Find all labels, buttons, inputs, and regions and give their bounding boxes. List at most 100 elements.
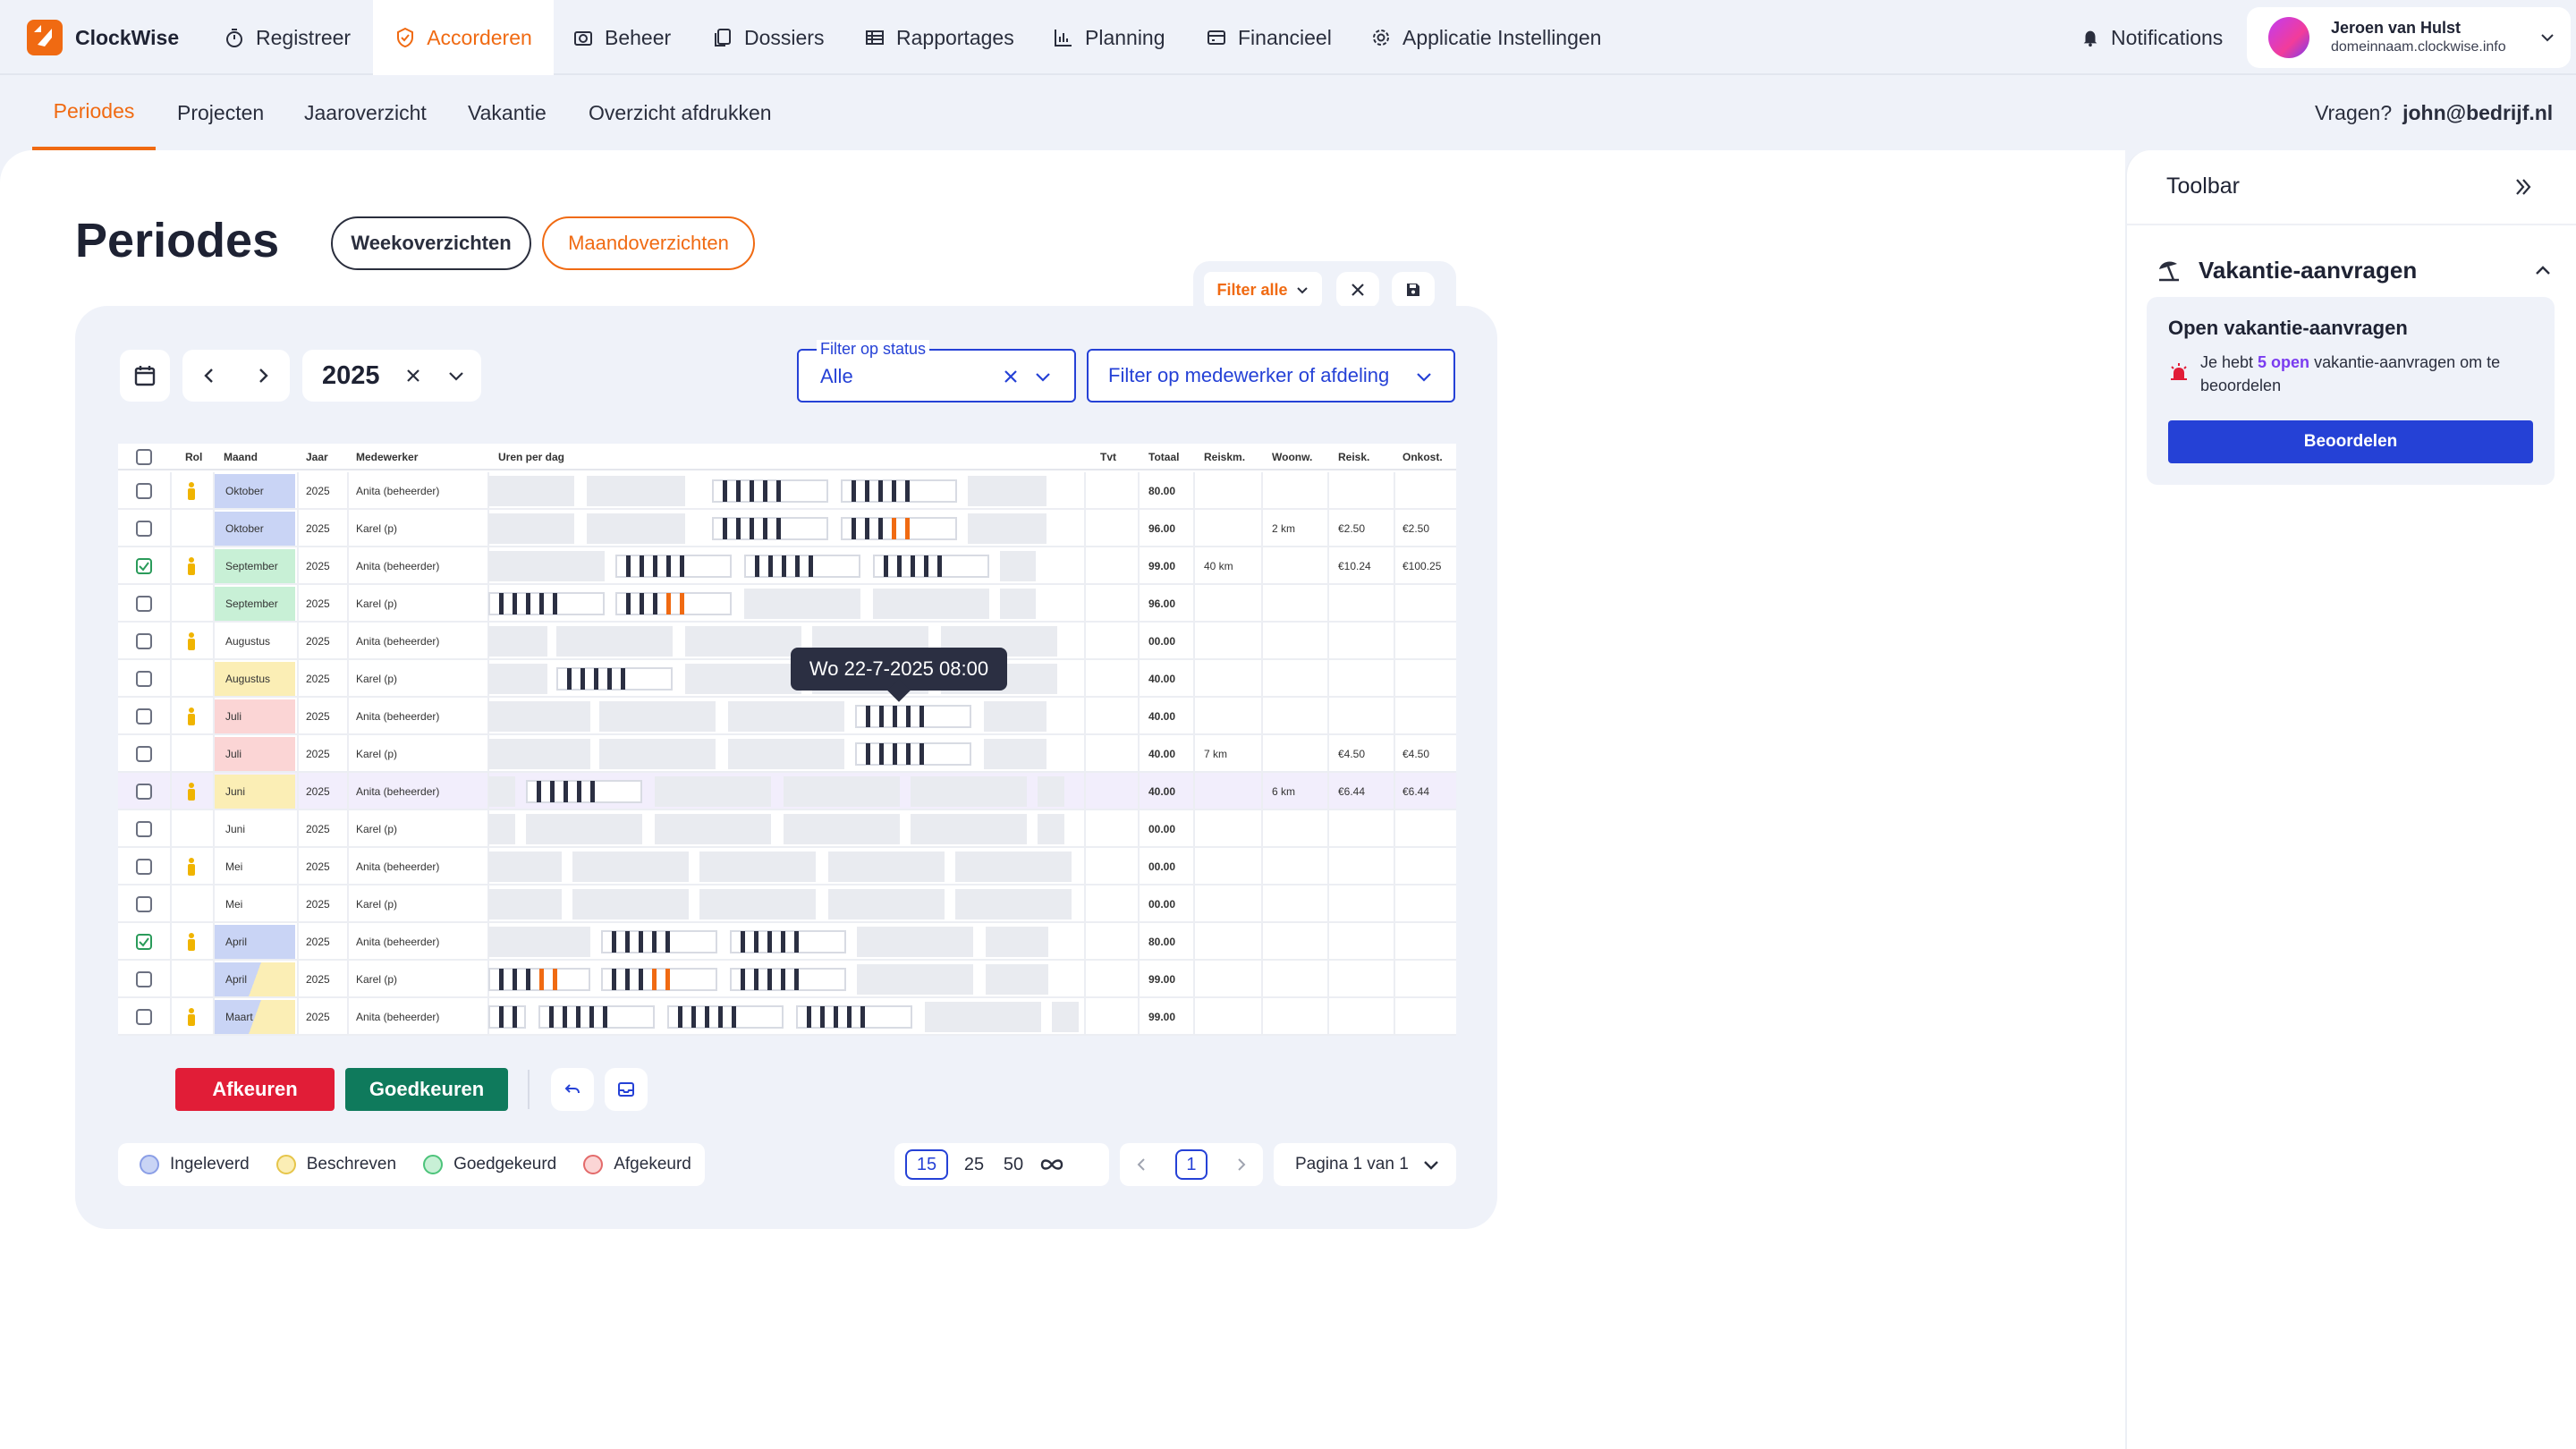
day-hours-block[interactable] xyxy=(712,479,828,503)
day-hours-block[interactable] xyxy=(601,930,717,953)
subnav-jaaroverzicht[interactable]: Jaaroverzicht xyxy=(304,75,427,150)
day-hours-block[interactable] xyxy=(855,705,971,728)
day-hours-block[interactable] xyxy=(841,479,957,503)
table-row[interactable]: Juni 2025 Anita (beheerder) 40.00 6 km €6.44 €… xyxy=(118,773,1456,810)
row-checkbox[interactable] xyxy=(136,746,152,762)
user-menu[interactable]: Jeroen van Hulst domeinnaam.clockwise.in… xyxy=(2247,7,2571,68)
help-email[interactable]: john@bedrijf.nl xyxy=(2402,101,2553,125)
nav-planning[interactable]: Planning xyxy=(1053,0,1178,75)
tab-weekoverzichten[interactable]: Weekoverzichten xyxy=(331,216,531,270)
undo-button[interactable] xyxy=(551,1068,594,1111)
nav-dossiers[interactable]: Dossiers xyxy=(712,0,837,75)
inbox-button[interactable] xyxy=(605,1068,648,1111)
table-row[interactable]: September 2025 Anita (beheerder) 99.00 40 km… xyxy=(118,547,1456,585)
reject-button[interactable]: Afkeuren xyxy=(175,1068,335,1111)
select-all-checkbox[interactable] xyxy=(136,449,152,465)
close-icon[interactable] xyxy=(405,368,421,384)
chevron-right-icon[interactable] xyxy=(254,367,272,385)
page-select[interactable]: Pagina 1 van 1 xyxy=(1274,1143,1456,1186)
infinity-icon[interactable] xyxy=(1039,1157,1064,1172)
beoordelen-button[interactable]: Beoordelen xyxy=(2168,420,2533,463)
nav-rapportages[interactable]: Rapportages xyxy=(864,0,1025,75)
row-checkbox[interactable] xyxy=(136,596,152,612)
table-row[interactable]: Oktober 2025 Karel (p) 96.00 2 km €2.50 €2.50 xyxy=(118,510,1456,547)
nav-financieel[interactable]: Financieel xyxy=(1206,0,1349,75)
row-checkbox[interactable] xyxy=(136,1009,152,1025)
calendar-button[interactable] xyxy=(120,350,170,402)
day-hours-block[interactable] xyxy=(488,592,605,615)
row-checkbox[interactable] xyxy=(136,859,152,875)
nav-registreer[interactable]: Registreer xyxy=(224,0,367,75)
collapse-panel-icon[interactable] xyxy=(2512,175,2535,199)
table-row[interactable]: April 2025 Karel (p) 99.00 xyxy=(118,961,1456,998)
row-checkbox[interactable] xyxy=(136,633,152,649)
day-hours-block[interactable] xyxy=(526,780,642,803)
day-hours-block[interactable] xyxy=(873,555,989,578)
chevron-left-icon[interactable] xyxy=(200,367,218,385)
year-select[interactable]: 2025 xyxy=(302,350,481,402)
table-row[interactable]: Augustus 2025 Karel (p) 40.00 xyxy=(118,660,1456,698)
table-row[interactable]: Juli 2025 Karel (p) 40.00 7 km €4.50 €4.50 xyxy=(118,735,1456,773)
table-row[interactable]: September 2025 Karel (p) 96.00 xyxy=(118,585,1456,623)
row-checkbox[interactable] xyxy=(136,896,152,912)
page-size-25[interactable]: 25 xyxy=(961,1155,987,1175)
day-hours-block[interactable] xyxy=(538,1005,655,1029)
employee-filter[interactable]: Filter op medewerker of afdeling xyxy=(1087,349,1455,402)
day-hours-block[interactable] xyxy=(730,968,846,991)
status-filter[interactable]: Filter op status Alle xyxy=(797,340,1076,402)
chevron-down-icon[interactable] xyxy=(1033,367,1053,386)
chevron-down-icon[interactable] xyxy=(446,366,466,386)
subnav-overzicht-afdrukken[interactable]: Overzicht afdrukken xyxy=(589,75,772,150)
row-checkbox[interactable] xyxy=(136,521,152,537)
tab-maandoverzichten[interactable]: Maandoverzichten xyxy=(542,216,755,270)
table-row[interactable]: Mei 2025 Anita (beheerder) 00.00 xyxy=(118,848,1456,886)
day-hours-block[interactable] xyxy=(556,667,673,691)
notifications-button[interactable]: Notifications xyxy=(2080,0,2233,75)
nav-accorderen[interactable]: Accorderen xyxy=(373,0,554,75)
day-hours-block[interactable] xyxy=(730,930,846,953)
clear-filter-button[interactable] xyxy=(1336,272,1379,308)
day-hours-block[interactable] xyxy=(601,968,717,991)
day-hours-block[interactable] xyxy=(744,555,860,578)
filter-alle-button[interactable]: Filter alle xyxy=(1204,272,1322,308)
current-page[interactable]: 1 xyxy=(1174,1149,1208,1180)
table-row[interactable]: Juli 2025 Anita (beheerder) 40.00 xyxy=(118,698,1456,735)
chevron-left-icon[interactable] xyxy=(1133,1157,1149,1173)
day-hours-block[interactable] xyxy=(796,1005,912,1029)
subnav-projecten[interactable]: Projecten xyxy=(177,75,264,150)
day-hours-block[interactable] xyxy=(488,968,590,991)
table-row[interactable]: Juni 2025 Karel (p) 00.00 xyxy=(118,810,1456,848)
day-hours-block[interactable] xyxy=(615,592,732,615)
chevron-right-icon[interactable] xyxy=(1233,1157,1250,1173)
page-size-50[interactable]: 50 xyxy=(1000,1155,1027,1175)
save-filter-button[interactable] xyxy=(1392,272,1435,308)
table-row[interactable]: Augustus 2025 Anita (beheerder) 00.00 xyxy=(118,623,1456,660)
app-logo[interactable]: ClockWise xyxy=(27,20,179,55)
row-checkbox[interactable] xyxy=(136,821,152,837)
vacation-section-header[interactable]: Vakantie-aanvragen xyxy=(2156,252,2553,288)
day-hours-block[interactable] xyxy=(712,517,828,540)
subnav-periodes[interactable]: Periodes xyxy=(32,75,156,150)
day-hours-block[interactable] xyxy=(615,555,732,578)
row-checkbox[interactable] xyxy=(136,558,152,574)
page-size-15[interactable]: 15 xyxy=(905,1149,948,1180)
table-row[interactable]: Oktober 2025 Anita (beheerder) 80.00 xyxy=(118,472,1456,510)
nav-beheer[interactable]: Beheer xyxy=(572,0,689,75)
row-checkbox[interactable] xyxy=(136,784,152,800)
row-checkbox[interactable] xyxy=(136,671,152,687)
table-row[interactable]: April 2025 Anita (beheerder) 80.00 xyxy=(118,923,1456,961)
table-row[interactable]: Mei 2025 Karel (p) 00.00 xyxy=(118,886,1456,923)
table-row[interactable]: Maart 2025 Anita (beheerder) 99.00 xyxy=(118,998,1456,1036)
day-hours-block[interactable] xyxy=(855,742,971,766)
row-checkbox[interactable] xyxy=(136,971,152,987)
subnav-vakantie[interactable]: Vakantie xyxy=(468,75,547,150)
day-hours-block[interactable] xyxy=(488,1005,526,1029)
row-checkbox[interactable] xyxy=(136,934,152,950)
nav-applicatie-instellingen[interactable]: Applicatie Instellingen xyxy=(1370,0,1612,75)
day-hours-block[interactable] xyxy=(667,1005,784,1029)
close-icon[interactable] xyxy=(1003,369,1019,385)
day-hours-block[interactable] xyxy=(841,517,957,540)
row-checkbox[interactable] xyxy=(136,483,152,499)
row-checkbox[interactable] xyxy=(136,708,152,724)
approve-button[interactable]: Goedkeuren xyxy=(345,1068,508,1111)
